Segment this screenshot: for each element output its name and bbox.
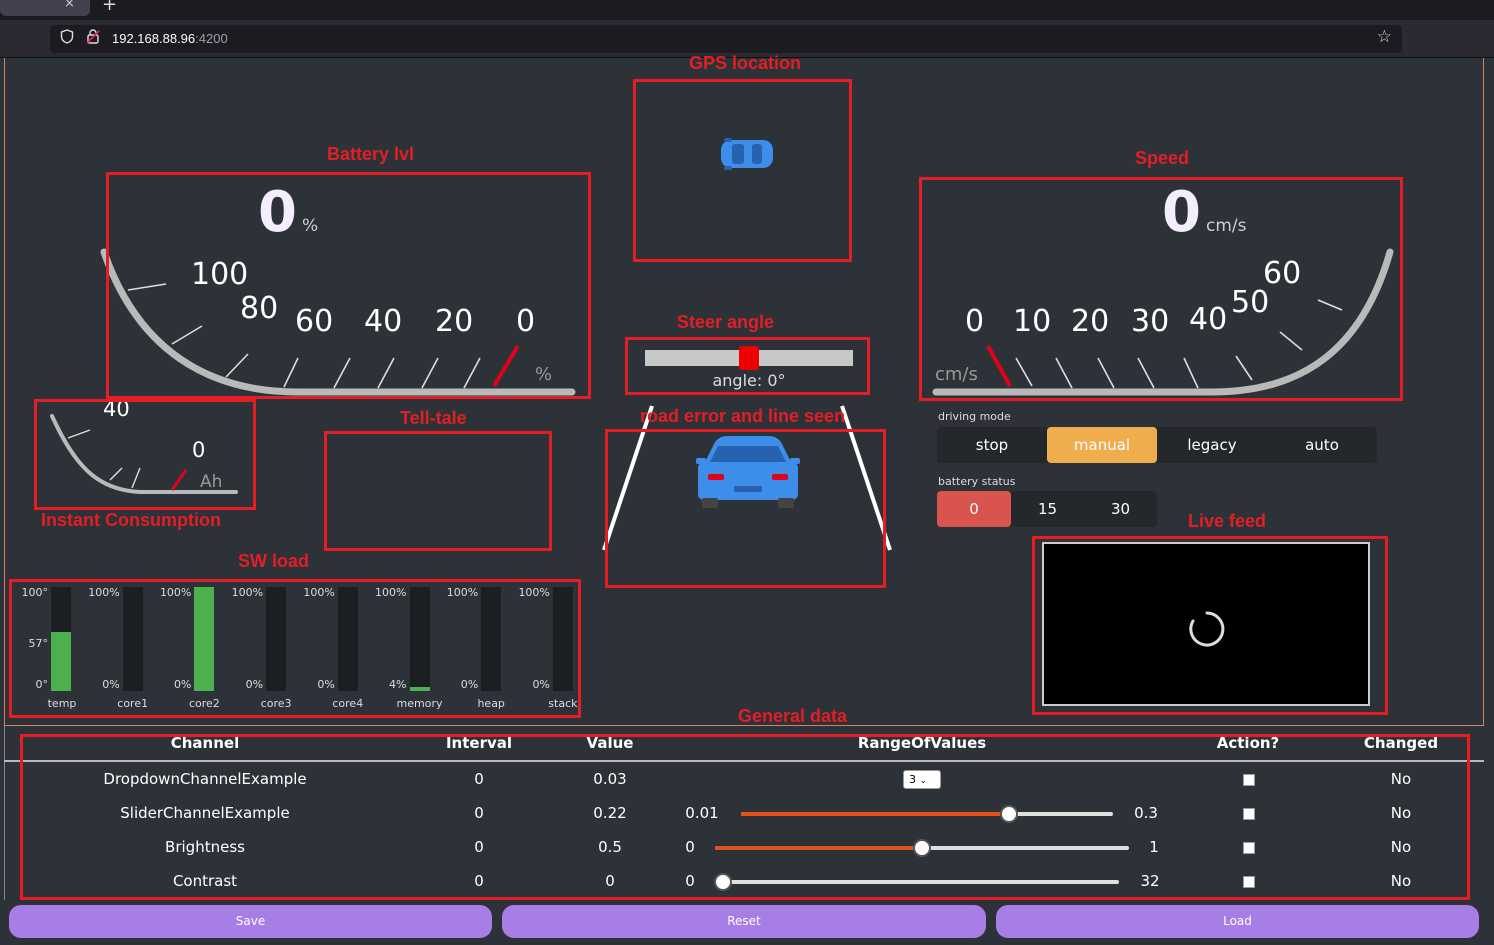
annotation-label-instant: Instant Consumption bbox=[41, 510, 221, 530]
annotation-box-swload bbox=[9, 579, 581, 718]
annotation-label-speed: Speed bbox=[1135, 148, 1190, 168]
driving-mode-label: driving mode bbox=[938, 410, 1011, 423]
battery-status-button-15[interactable]: 15 bbox=[1011, 491, 1084, 527]
annotation-box-instant bbox=[34, 399, 256, 510]
annotation-label-road: road error and line seen bbox=[640, 406, 846, 426]
browser-tab[interactable] bbox=[0, 0, 90, 16]
annotation-box-livefeed bbox=[1032, 536, 1388, 715]
annotation-box-gps bbox=[633, 79, 852, 262]
annotation-label-general: General data bbox=[738, 706, 848, 726]
battery-status-group: 0 15 30 bbox=[937, 491, 1157, 527]
battery-status-button-0[interactable]: 0 bbox=[937, 491, 1011, 527]
annotation-label-livefeed: Live feed bbox=[1188, 511, 1267, 531]
annotation-label-steer: Steer angle bbox=[677, 312, 775, 332]
load-button[interactable]: Load bbox=[996, 905, 1479, 938]
mode-button-auto[interactable]: auto bbox=[1267, 427, 1377, 463]
annotation-label-battery: Battery lvl bbox=[327, 144, 415, 164]
annotation-box-telltale bbox=[324, 431, 552, 551]
annotation-box-road bbox=[605, 429, 886, 588]
url-text: 192.168.88.96:4200 bbox=[112, 31, 228, 46]
annotation-box-steer bbox=[625, 337, 870, 395]
mode-button-manual[interactable]: manual bbox=[1047, 427, 1157, 463]
annotation-label-telltale: Tell-tale bbox=[400, 408, 467, 428]
bookmark-star-icon[interactable]: ☆ bbox=[1377, 27, 1392, 47]
annotation-box-battery bbox=[106, 172, 591, 399]
mode-button-legacy[interactable]: legacy bbox=[1157, 427, 1267, 463]
new-tab-icon[interactable]: + bbox=[102, 0, 117, 15]
url-port: :4200 bbox=[195, 31, 228, 46]
insecure-lock-icon[interactable] bbox=[86, 29, 100, 48]
mode-button-stop[interactable]: stop bbox=[937, 427, 1047, 463]
driving-mode-group: stop manual legacy auto bbox=[937, 427, 1377, 463]
tab-close-icon[interactable]: × bbox=[64, 0, 75, 11]
browser-tab-bar: × + bbox=[0, 0, 1494, 20]
url-host: 192.168.88.96 bbox=[112, 31, 196, 46]
annotation-label-swload: SW load bbox=[238, 551, 309, 571]
battery-status-label: battery status bbox=[938, 475, 1016, 488]
save-button[interactable]: Save bbox=[9, 905, 492, 938]
battery-status-button-30[interactable]: 30 bbox=[1084, 491, 1157, 527]
shield-icon[interactable] bbox=[60, 29, 74, 48]
annotation-box-speed bbox=[919, 177, 1403, 401]
reset-button[interactable]: Reset bbox=[502, 905, 986, 938]
url-bar[interactable]: 192.168.88.96:4200 ☆ bbox=[50, 25, 1402, 53]
annotation-label-gps: GPS location bbox=[689, 53, 802, 73]
annotation-box-general bbox=[20, 734, 1470, 900]
